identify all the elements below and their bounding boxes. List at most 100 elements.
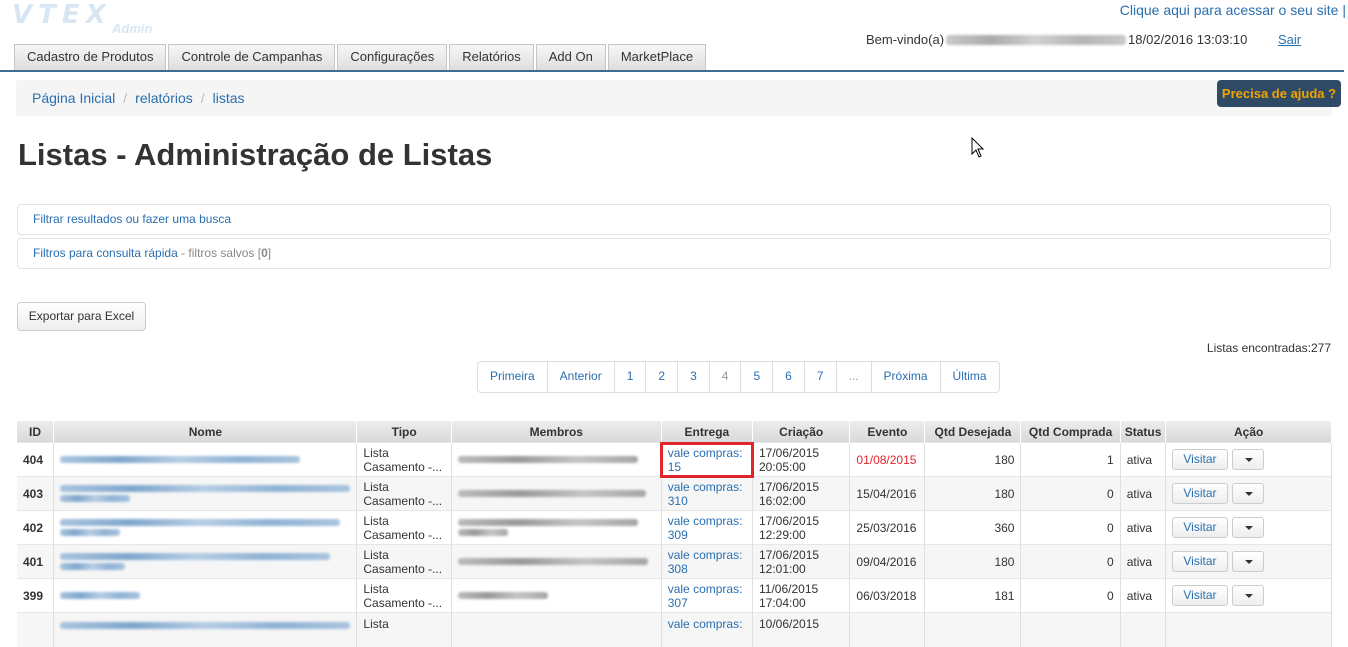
page-3[interactable]: 3: [677, 362, 709, 392]
col-tipo[interactable]: Tipo: [356, 421, 452, 443]
redacted-name[interactable]: [60, 592, 141, 599]
type-line-1: Lista: [363, 617, 389, 631]
visit-button[interactable]: Visitar: [1172, 482, 1228, 504]
row-delivery[interactable]: vale compras: 310: [661, 476, 754, 511]
breadcrumb-home[interactable]: Página Inicial: [32, 90, 115, 106]
actions-dropdown-caret-icon[interactable]: [1231, 483, 1264, 505]
page-previous[interactable]: Anterior: [546, 362, 614, 392]
delivery-line-2[interactable]: 15: [668, 460, 681, 474]
type-line-2: Casamento -...: [363, 527, 443, 542]
type-line-2: Casamento -...: [363, 493, 443, 508]
row-name[interactable]: [53, 510, 358, 545]
visit-button[interactable]: Visitar: [1172, 516, 1228, 538]
row-name[interactable]: [53, 578, 358, 613]
actions-dropdown-caret-icon[interactable]: [1231, 449, 1264, 471]
type-line-1: Lista: [363, 479, 389, 494]
visit-site-link[interactable]: Clique aqui para acessar o seu site |: [1120, 2, 1346, 18]
actions-dropdown-caret-icon[interactable]: [1231, 585, 1264, 607]
delivery-line-1[interactable]: vale compras:: [668, 617, 743, 631]
tab-relatorios[interactable]: Relatórios: [449, 44, 534, 70]
redacted-name[interactable]: [60, 529, 121, 536]
page-6[interactable]: 6: [772, 362, 804, 392]
row-qty-purchased: 0: [1020, 476, 1121, 511]
row-id: 404: [17, 442, 55, 477]
page-last[interactable]: Última: [939, 362, 999, 392]
page-5[interactable]: 5: [740, 362, 772, 392]
actions-dropdown-caret-icon[interactable]: [1231, 517, 1264, 539]
visit-button[interactable]: Visitar: [1172, 584, 1228, 606]
row-name[interactable]: [53, 442, 358, 477]
row-created: 17/06/2015 12:29:00: [752, 510, 851, 545]
redacted-name[interactable]: [60, 485, 351, 492]
filter-search-link[interactable]: Filtrar resultados ou fazer uma busca: [33, 212, 231, 226]
row-delivery[interactable]: vale compras:: [661, 612, 754, 647]
row-name[interactable]: [53, 544, 358, 579]
type-line-1: Lista: [363, 513, 389, 528]
row-type: Lista Casamento -...: [356, 544, 452, 579]
redacted-name[interactable]: [60, 622, 351, 629]
delivery-line-1[interactable]: vale compras:: [668, 514, 743, 528]
redacted-name[interactable]: [60, 563, 126, 570]
visit-button[interactable]: Visitar: [1172, 448, 1228, 470]
row-delivery[interactable]: vale compras: 307: [661, 578, 754, 613]
row-delivery[interactable]: vale compras: 15: [660, 441, 754, 478]
row-event-date: 09/04/2016: [849, 544, 926, 579]
col-entrega[interactable]: Entrega: [661, 421, 754, 443]
row-qty-desired: 180: [924, 544, 1022, 579]
visit-button[interactable]: Visitar: [1172, 550, 1228, 572]
delivery-line-2[interactable]: 309: [668, 528, 688, 542]
breadcrumb-listas[interactable]: listas: [213, 90, 245, 106]
filter-search-panel[interactable]: Filtrar resultados ou fazer uma busca: [17, 204, 1331, 235]
delivery-line-1[interactable]: vale compras:: [668, 480, 743, 494]
col-status[interactable]: Status: [1120, 421, 1167, 443]
delivery-line-1[interactable]: vale compras:: [668, 446, 743, 460]
redacted-name[interactable]: [60, 456, 301, 463]
actions-dropdown-caret-icon[interactable]: [1231, 551, 1264, 573]
page-first[interactable]: Primeira: [478, 362, 547, 392]
logout-link[interactable]: Sair: [1278, 32, 1301, 47]
row-delivery[interactable]: vale compras: 308: [661, 544, 754, 579]
delivery-line-2[interactable]: 308: [668, 562, 688, 576]
delivery-line-2[interactable]: 310: [668, 494, 688, 508]
col-qtd-desejada[interactable]: Qtd Desejada: [924, 421, 1022, 443]
row-qty-purchased: 0: [1020, 578, 1121, 613]
quick-filters-link[interactable]: Filtros para consulta rápida: [33, 246, 178, 260]
col-evento[interactable]: Evento: [849, 421, 926, 443]
delivery-line-1[interactable]: vale compras:: [668, 548, 743, 562]
tab-cadastro-produtos[interactable]: Cadastro de Produtos: [14, 44, 167, 70]
row-name[interactable]: [53, 476, 358, 511]
delivery-line-2[interactable]: 307: [668, 596, 688, 610]
row-members: [451, 612, 662, 647]
row-qty-purchased: [1020, 612, 1121, 647]
tab-marketplace[interactable]: MarketPlace: [607, 44, 707, 70]
vtex-admin-logo[interactable]: VTEX Admin: [12, 0, 152, 38]
row-qty-purchased: 0: [1020, 510, 1121, 545]
redacted-name[interactable]: [60, 519, 341, 526]
export-excel-button[interactable]: Exportar para Excel: [17, 302, 146, 331]
redacted-name[interactable]: [60, 495, 131, 502]
delivery-line-1[interactable]: vale compras:: [668, 582, 743, 596]
tab-add-on[interactable]: Add On: [535, 44, 606, 70]
row-delivery[interactable]: vale compras: 309: [661, 510, 754, 545]
page-1[interactable]: 1: [613, 362, 646, 392]
page-next[interactable]: Próxima: [870, 362, 940, 392]
col-nome[interactable]: Nome: [53, 421, 358, 443]
redacted-name[interactable]: [60, 553, 331, 560]
breadcrumb-relatorios[interactable]: relatórios: [135, 90, 193, 106]
row-id: 402: [17, 510, 55, 545]
tab-configuracoes[interactable]: Configurações: [337, 44, 448, 70]
row-id: 403: [17, 476, 55, 511]
quick-filters-panel[interactable]: Filtros para consulta rápida - filtros s…: [17, 238, 1331, 269]
page-7[interactable]: 7: [803, 362, 836, 392]
type-line-2: Casamento -...: [363, 595, 443, 610]
redacted-members: [457, 558, 648, 565]
tab-controle-campanhas[interactable]: Controle de Campanhas: [168, 44, 336, 70]
col-membros[interactable]: Membros: [451, 421, 662, 443]
col-id[interactable]: ID: [17, 421, 55, 443]
col-qtd-comprada[interactable]: Qtd Comprada: [1020, 421, 1121, 443]
page-2[interactable]: 2: [645, 362, 677, 392]
row-name[interactable]: [53, 612, 358, 647]
col-criacao[interactable]: Criação: [752, 421, 851, 443]
col-acao: Ação: [1165, 421, 1332, 443]
help-button[interactable]: Precisa de ajuda ?: [1217, 80, 1341, 107]
